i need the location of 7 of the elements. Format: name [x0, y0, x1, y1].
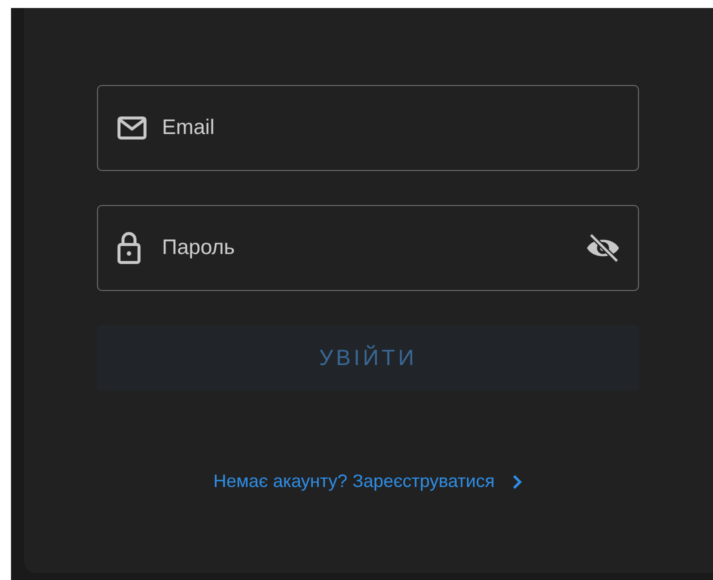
envelope-icon — [117, 116, 147, 140]
email-field[interactable]: Email — [97, 85, 639, 171]
register-link[interactable]: Немає акаунту? Зареєструватися — [213, 471, 523, 492]
eye-off-icon[interactable] — [585, 233, 621, 263]
lock-icon — [117, 232, 141, 264]
chevron-icon — [510, 474, 523, 490]
password-field[interactable]: Пароль — [97, 205, 639, 291]
